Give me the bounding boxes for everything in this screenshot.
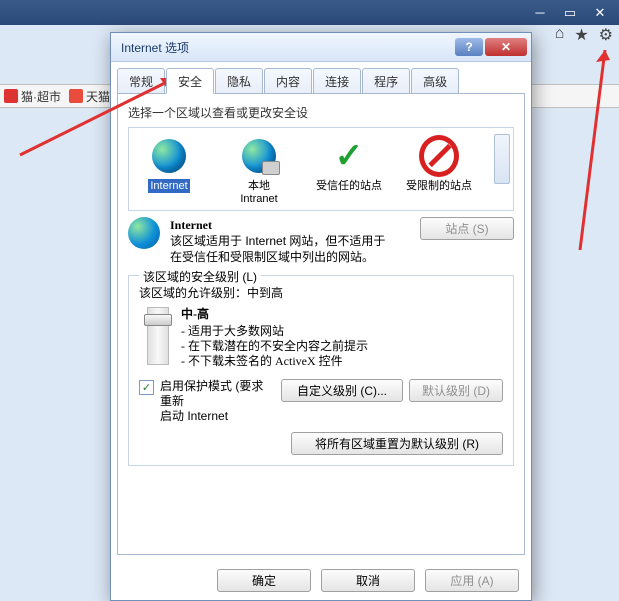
minimize-button[interactable]: ─ <box>527 4 553 22</box>
level-name: 中-高 <box>181 307 368 322</box>
bookmark-item[interactable]: 天猫 <box>69 88 110 105</box>
dialog-button-row: 确定 取消 应用 (A) <box>111 561 531 600</box>
ok-button[interactable]: 确定 <box>217 569 311 592</box>
group-legend: 该区域的安全级别 (L) <box>139 268 261 285</box>
globe-icon <box>128 217 160 249</box>
zone-prompt: 选择一个区域以查看或更改安全设 <box>128 104 514 121</box>
zone-internet[interactable]: Internet <box>133 136 205 193</box>
bookmark-label: 天猫 <box>86 88 110 105</box>
gear-icon[interactable]: ⚙ <box>599 25 613 45</box>
level-bullet: - 适用于大多数网站 <box>181 324 368 339</box>
zone-local-intranet[interactable]: 本地 Intranet <box>223 136 295 206</box>
tab-general[interactable]: 常规 <box>117 68 165 93</box>
cancel-button[interactable]: 取消 <box>321 569 415 592</box>
home-icon[interactable]: ⌂ <box>555 25 565 45</box>
zone-desc-line: 该区域适用于 Internet 网站，但不适用于 <box>170 233 410 249</box>
window-close-button[interactable]: ✕ <box>587 4 613 22</box>
help-button[interactable]: ? <box>455 38 483 56</box>
zone-sublabel: Intranet <box>223 193 295 206</box>
bookmark-icon <box>69 89 83 103</box>
dialog-title: Internet 选项 <box>121 39 453 56</box>
apply-button[interactable]: 应用 (A) <box>425 569 519 592</box>
zone-label: 本地 <box>223 180 295 193</box>
sites-button[interactable]: 站点 (S) <box>420 217 514 240</box>
zone-description: Internet 该区域适用于 Internet 网站，但不适用于 在受信任和受… <box>170 217 410 265</box>
zone-selector: Internet 本地 Intranet ✓ 受信任的站点 受限制的站点 <box>128 127 514 211</box>
internet-options-dialog: Internet 选项 ? ✕ 常规 安全 隐私 内容 连接 程序 高级 选择一… <box>110 32 532 601</box>
globe-local-icon <box>242 139 276 173</box>
zone-label: Internet <box>148 179 189 193</box>
level-description: 中-高 - 适用于大多数网站 - 在下载潜在的不安全内容之前提示 - 不下载未签… <box>181 307 368 369</box>
tab-programs[interactable]: 程序 <box>362 68 410 93</box>
protected-mode-label: 启用保护模式 (要求重新 启动 Internet <box>160 379 275 424</box>
protected-mode-checkbox[interactable]: ✓ <box>139 380 154 395</box>
tab-strip: 常规 安全 隐私 内容 连接 程序 高级 <box>111 62 531 93</box>
default-level-button[interactable]: 默认级别 (D) <box>409 379 503 402</box>
tab-panel-security: 选择一个区域以查看或更改安全设 Internet 本地 Intranet ✓ 受… <box>117 93 525 555</box>
prohibit-icon <box>419 135 459 177</box>
zone-scrollbar[interactable] <box>494 134 510 184</box>
zone-restricted[interactable]: 受限制的站点 <box>403 136 475 193</box>
security-level-group: 该区域的安全级别 (L) 该区域的允许级别：中到高 中-高 - 适用于大多数网站… <box>128 275 514 466</box>
slider-thumb[interactable] <box>144 314 172 326</box>
favorites-icon[interactable]: ★ <box>574 25 588 45</box>
zone-label: 受信任的站点 <box>313 180 385 193</box>
zone-trusted[interactable]: ✓ 受信任的站点 <box>313 136 385 193</box>
zone-desc-heading: Internet <box>170 217 410 233</box>
bookmark-label: 猫·超市 <box>21 88 61 105</box>
reset-all-zones-button[interactable]: 将所有区域重置为默认级别 (R) <box>291 432 503 455</box>
maximize-button[interactable]: ▭ <box>557 4 583 22</box>
dialog-close-button[interactable]: ✕ <box>485 38 527 56</box>
custom-level-button[interactable]: 自定义级别 (C)... <box>281 379 403 402</box>
bookmark-item[interactable]: 猫·超市 <box>4 88 61 105</box>
tab-content[interactable]: 内容 <box>264 68 312 93</box>
tab-connections[interactable]: 连接 <box>313 68 361 93</box>
tab-advanced[interactable]: 高级 <box>411 68 459 93</box>
allowed-levels-text: 该区域的允许级别：中到高 <box>139 284 503 301</box>
level-bullet: - 不下载未签名的 ActiveX 控件 <box>181 354 368 369</box>
globe-icon <box>152 139 186 173</box>
dialog-titlebar[interactable]: Internet 选项 ? ✕ <box>111 33 531 62</box>
tab-privacy[interactable]: 隐私 <box>215 68 263 93</box>
security-level-slider[interactable] <box>147 307 169 365</box>
bookmark-icon <box>4 89 18 103</box>
zone-desc-line: 在受信任和受限制区域中列出的网站。 <box>170 249 410 265</box>
check-icon: ✓ <box>335 150 364 163</box>
tab-security[interactable]: 安全 <box>166 68 214 94</box>
level-bullet: - 在下载潜在的不安全内容之前提示 <box>181 339 368 354</box>
zone-label: 受限制的站点 <box>403 180 475 193</box>
